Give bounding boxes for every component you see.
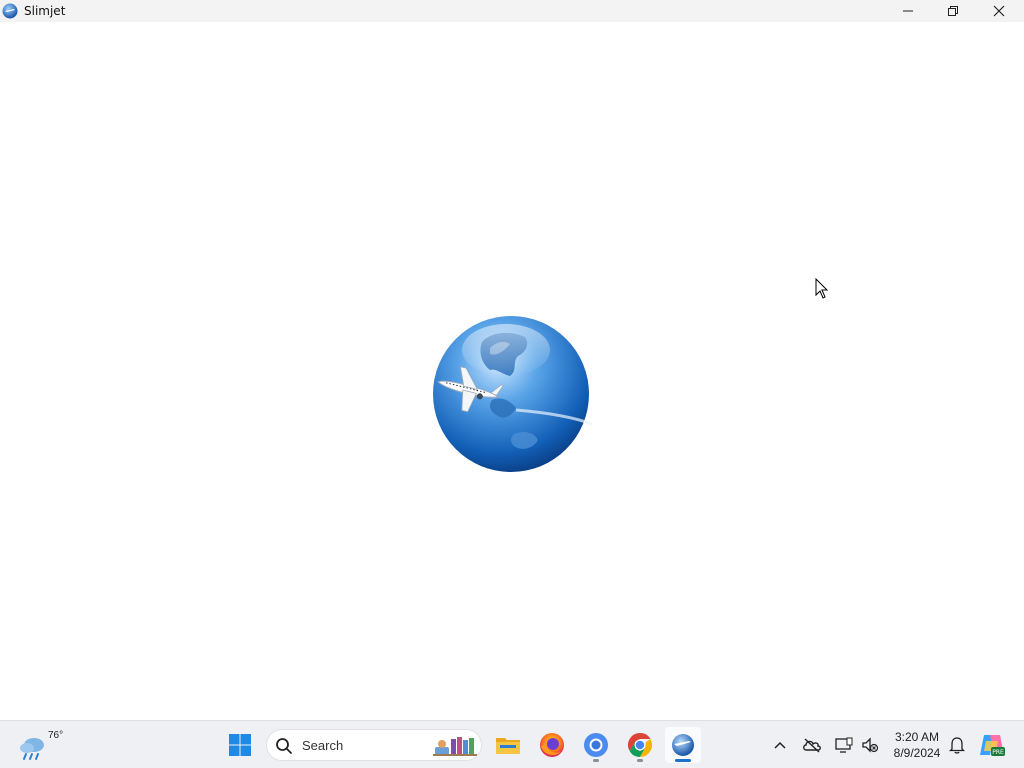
cloud-offline-icon (803, 738, 821, 753)
taskbar-google-chrome[interactable] (622, 727, 658, 763)
taskbar-slimjet[interactable] (665, 727, 701, 763)
taskbar: 76° Search 3:20 AM 8/9/2024 PRE (0, 720, 1024, 768)
network-monitor-icon (835, 737, 853, 753)
firefox-icon (540, 733, 564, 757)
clock-time: 3:20 AM (894, 730, 940, 744)
taskbar-firefox[interactable] (534, 727, 570, 763)
taskbar-file-explorer[interactable] (490, 727, 526, 763)
minimize-button[interactable] (885, 0, 931, 22)
search-highlight-books-icon (433, 737, 477, 756)
title-bar[interactable]: Slimjet (0, 0, 1024, 22)
search-placeholder: Search (302, 738, 344, 753)
taskbar-search-box[interactable]: Search (266, 729, 482, 761)
slimjet-splash-logo (433, 316, 593, 472)
bell-icon (949, 737, 965, 754)
search-icon (276, 738, 292, 754)
notifications-button[interactable] (947, 735, 967, 755)
slimjet-icon (672, 734, 694, 756)
browser-content-area[interactable] (0, 22, 1024, 720)
copilot-icon[interactable]: PRE (978, 731, 1006, 759)
mouse-cursor-icon (815, 278, 829, 299)
taskbar-chromium[interactable] (578, 727, 614, 763)
network-tray-button[interactable] (834, 735, 854, 755)
chevron-up-icon (774, 741, 786, 749)
start-button[interactable] (222, 727, 258, 763)
taskbar-clock[interactable]: 3:20 AM 8/9/2024 (882, 729, 952, 761)
show-hidden-icons-button[interactable] (770, 735, 790, 755)
running-indicator (637, 759, 643, 762)
running-indicator (593, 759, 599, 762)
restore-button[interactable] (930, 0, 976, 22)
active-indicator (675, 759, 691, 762)
chromium-icon (584, 733, 608, 757)
weather-temperature: 76° (48, 730, 64, 741)
window-title: Slimjet (24, 4, 66, 18)
rain-cloud-icon (20, 738, 44, 760)
close-button[interactable] (976, 0, 1022, 22)
weather-widget[interactable]: 76° (16, 729, 76, 763)
restore-icon (948, 6, 958, 16)
folder-icon (496, 738, 520, 754)
slimjet-window: Slimjet (0, 0, 1024, 720)
speaker-muted-icon (862, 737, 879, 753)
clock-date: 8/9/2024 (893, 746, 941, 760)
svg-text:PRE: PRE (992, 749, 1004, 756)
slimjet-app-icon (2, 3, 18, 19)
minimize-icon (903, 10, 913, 12)
close-icon (993, 5, 1005, 17)
volume-tray-button[interactable] (860, 735, 880, 755)
windows-logo-icon (229, 734, 251, 756)
chrome-icon (627, 733, 653, 757)
onedrive-tray-button[interactable] (802, 735, 822, 755)
